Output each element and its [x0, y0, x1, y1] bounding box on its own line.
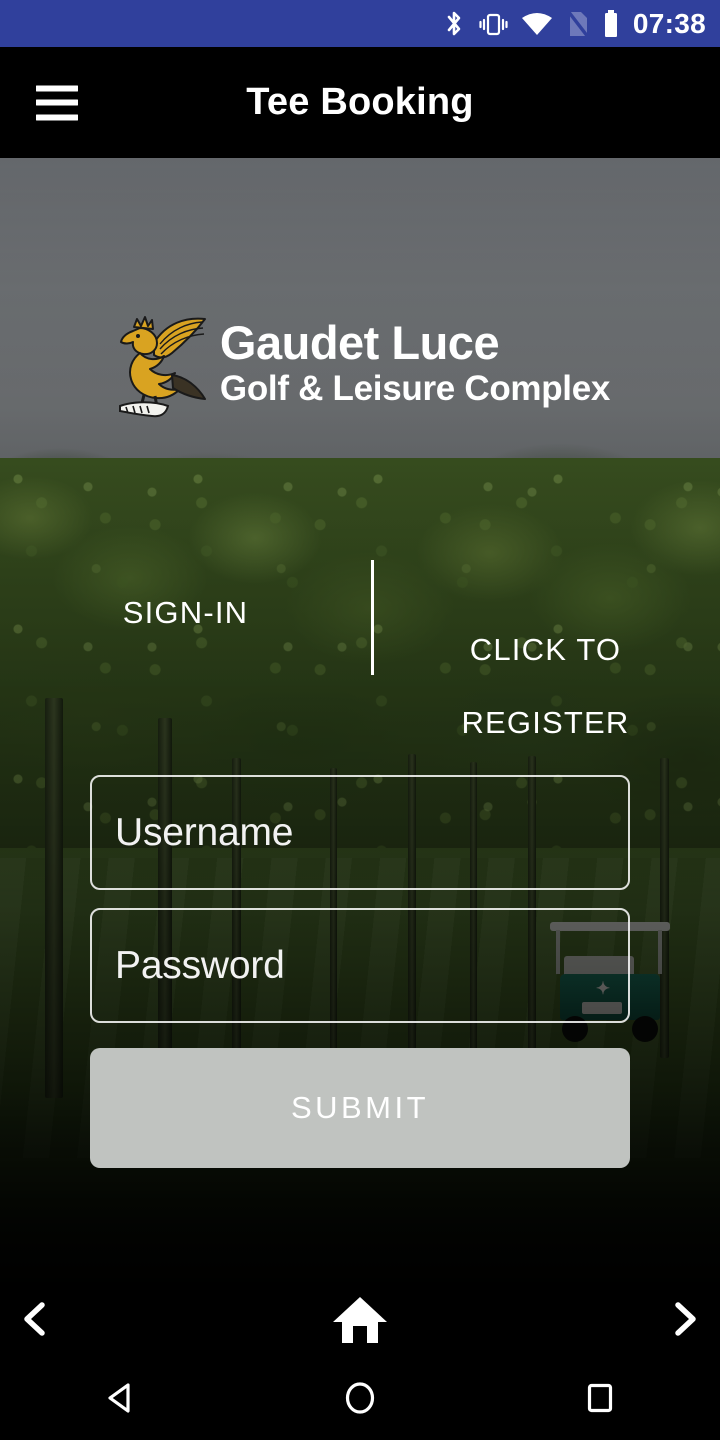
page-title: Tee Booking — [246, 81, 474, 123]
hamburger-bar-1 — [36, 85, 78, 91]
bluetooth-icon — [447, 11, 461, 35]
brand-name: Gaudet Luce — [219, 315, 500, 369]
auth-tabs: SIGN-IN CLICK TO REGISTER — [0, 558, 720, 758]
hamburger-bar-3 — [36, 114, 78, 120]
login-content: Gaudet Luce Golf & Leisure Complex SIGN-… — [0, 158, 720, 1282]
signin-tab[interactable]: SIGN-IN — [0, 595, 371, 631]
register-label-line2: REGISTER — [461, 705, 630, 740]
brand-logo: Gaudet Luce Golf & Leisure Complex — [0, 303, 720, 421]
submit-button[interactable]: SUBMIT — [90, 1048, 630, 1168]
home-icon — [333, 1296, 387, 1343]
status-bar: 07:38 — [0, 0, 720, 47]
phone-screen: 07:38 Tee Booking Gaudet Luce Golf & Lei… — [0, 0, 720, 1440]
system-back-button[interactable] — [60, 1377, 180, 1419]
hamburger-menu-icon[interactable] — [36, 85, 78, 120]
username-placeholder: Username — [115, 810, 294, 854]
password-placeholder: Password — [115, 943, 285, 987]
nav-home-button[interactable] — [331, 1293, 389, 1345]
brand-text: Gaudet Luce Golf & Leisure Complex — [220, 319, 610, 406]
chevron-right-icon — [675, 1301, 696, 1336]
status-bar-clock: 07:38 — [632, 7, 706, 39]
register-label-line1: CLICK TO — [469, 632, 622, 667]
square-recents-icon — [587, 1383, 613, 1412]
app-bar: Tee Booking — [0, 47, 720, 158]
nav-back-button[interactable] — [14, 1297, 58, 1341]
system-home-button[interactable] — [300, 1377, 420, 1419]
register-tab-line2[interactable]: REGISTER — [371, 705, 720, 741]
password-input[interactable]: Password — [90, 908, 630, 1023]
circle-home-icon — [345, 1381, 375, 1414]
chevron-left-icon — [24, 1301, 45, 1336]
system-recents-button[interactable] — [540, 1377, 660, 1419]
griffin-logo-icon — [118, 316, 206, 418]
no-sim-icon — [566, 9, 589, 38]
register-tab[interactable]: CLICK TO — [371, 595, 720, 705]
status-bar-icons — [443, 9, 620, 39]
nav-forward-button[interactable] — [662, 1297, 706, 1341]
username-input[interactable]: Username — [90, 775, 630, 890]
wifi-icon — [521, 12, 552, 35]
triangle-back-icon — [108, 1382, 130, 1413]
vibrate-icon — [479, 13, 508, 35]
brand-tagline: Golf & Leisure Complex — [219, 368, 611, 408]
hamburger-bar-2 — [36, 99, 78, 106]
android-system-nav — [0, 1355, 720, 1440]
app-bottom-nav — [0, 1282, 720, 1355]
battery-icon — [604, 9, 617, 37]
